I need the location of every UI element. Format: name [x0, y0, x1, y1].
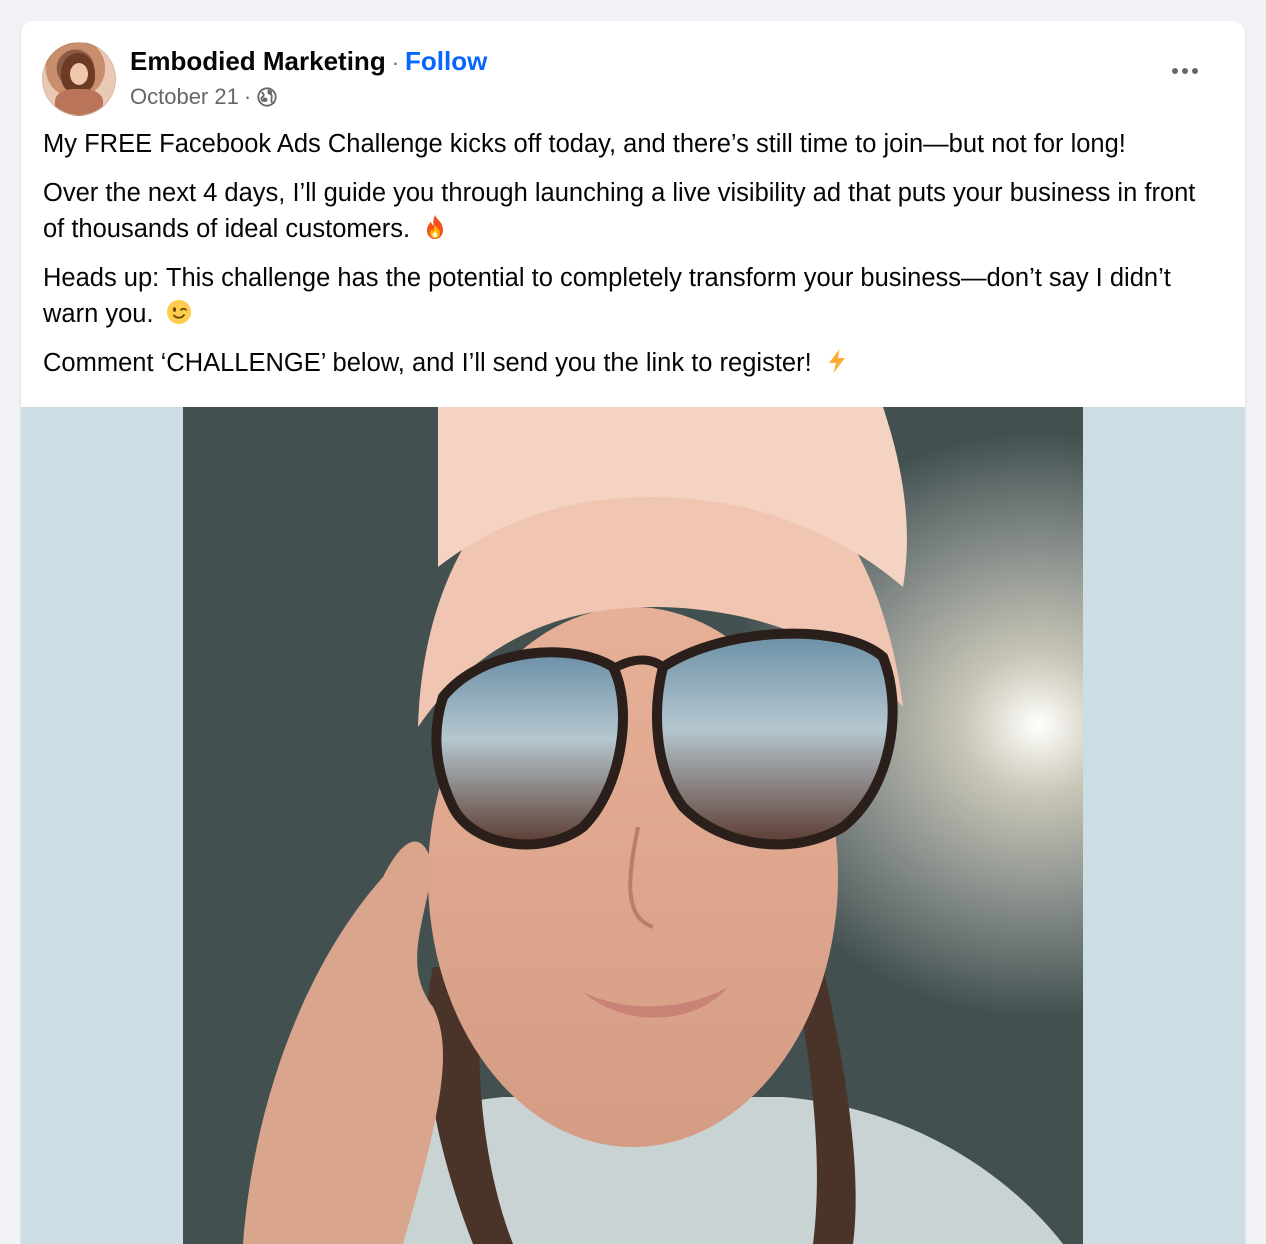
- post-header: Embodied Marketing · Follow October 21 ·: [21, 21, 1245, 121]
- post-date[interactable]: October 21: [130, 83, 239, 111]
- fire-emoji: [427, 215, 444, 239]
- more-dot: [1182, 68, 1188, 74]
- post-body: My FREE Facebook Ads Challenge kicks off…: [43, 126, 1223, 394]
- globe-icon[interactable]: [256, 86, 278, 108]
- post-card: Embodied Marketing · Follow October 21 · M…: [21, 21, 1245, 1244]
- paragraph-text: Over the next 4 days, I’ll guide you thr…: [43, 179, 1196, 243]
- post-paragraph: My FREE Facebook Ads Challenge kicks off…: [43, 126, 1223, 162]
- more-dot: [1192, 68, 1198, 74]
- author-avatar[interactable]: [42, 42, 116, 116]
- follow-button[interactable]: Follow: [405, 46, 487, 76]
- paragraph-text: My FREE Facebook Ads Challenge kicks off…: [43, 130, 1126, 158]
- post-media[interactable]: [21, 407, 1245, 1244]
- meta-separator: ·: [243, 84, 252, 109]
- post-photo[interactable]: [183, 407, 1083, 1244]
- author-name[interactable]: Embodied Marketing: [130, 46, 386, 76]
- paragraph-text: Heads up: This challenge has the potenti…: [43, 264, 1171, 328]
- post-meta: October 21 ·: [130, 83, 278, 111]
- post-paragraph: Over the next 4 days, I’ll guide you thr…: [43, 175, 1223, 247]
- name-separator: ·: [391, 50, 400, 75]
- post-paragraph: Comment ‘CHALLENGE’ below, and I’ll send…: [43, 345, 1223, 381]
- avatar-body: [55, 89, 103, 115]
- lightning-emoji: [828, 349, 845, 373]
- more-dot: [1172, 68, 1178, 74]
- more-options-icon[interactable]: [1165, 59, 1205, 83]
- avatar-face: [70, 63, 88, 85]
- winking-face-emoji: [166, 300, 191, 324]
- paragraph-text: Comment ‘CHALLENGE’ below, and I’ll send…: [43, 349, 812, 377]
- author-line: Embodied Marketing · Follow: [130, 45, 487, 79]
- post-paragraph: Heads up: This challenge has the potenti…: [43, 260, 1223, 332]
